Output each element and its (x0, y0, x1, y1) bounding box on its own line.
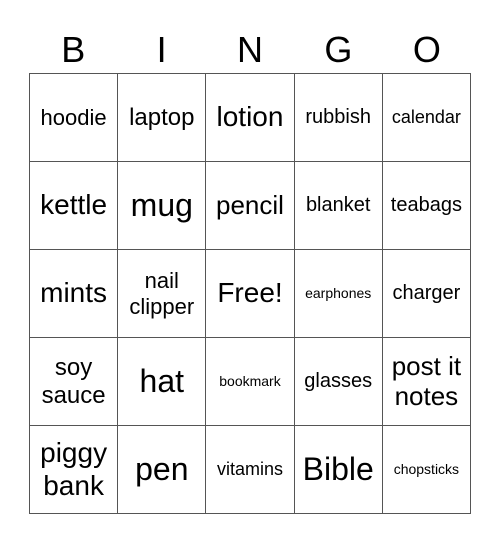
bingo-cell[interactable]: pen (118, 426, 207, 514)
header-letter-i: I (156, 29, 167, 70)
bingo-cell[interactable]: bookmark (206, 338, 295, 426)
bingo-grid: hoodie laptop lotion rubbish calendar ke… (29, 73, 471, 514)
header-letter-n: N (237, 29, 264, 70)
bingo-cell[interactable]: glasses (294, 338, 383, 426)
bingo-cell[interactable]: lotion (206, 74, 295, 162)
bingo-cell[interactable]: nail clipper (118, 250, 207, 338)
bingo-cell[interactable]: pencil (206, 162, 295, 250)
bingo-header: B I N G O (29, 28, 471, 72)
bingo-cell[interactable]: kettle (30, 162, 119, 250)
bingo-cell[interactable]: Bible (294, 426, 383, 514)
bingo-cell[interactable]: blanket (294, 162, 383, 250)
bingo-cell[interactable]: earphones (294, 250, 383, 338)
header-letter-g: G (324, 29, 353, 70)
bingo-cell[interactable]: chopsticks (382, 426, 471, 514)
bingo-cell[interactable]: soy sauce (30, 338, 119, 426)
header-letter-o: O (412, 29, 441, 70)
free-space-cell[interactable]: Free! (206, 250, 295, 338)
bingo-cell[interactable]: teabags (382, 162, 471, 250)
bingo-cell[interactable]: rubbish (294, 74, 383, 162)
header-letter-b: B (61, 29, 86, 70)
bingo-cell[interactable]: laptop (118, 74, 207, 162)
bingo-cell[interactable]: hoodie (30, 74, 119, 162)
bingo-cell[interactable]: vitamins (206, 426, 295, 514)
bingo-cell[interactable]: charger (382, 250, 471, 338)
bingo-cell[interactable]: post it notes (382, 338, 471, 426)
bingo-cell[interactable]: hat (118, 338, 207, 426)
bingo-cell[interactable]: mints (30, 250, 119, 338)
bingo-cell[interactable]: mug (118, 162, 207, 250)
bingo-cell[interactable]: calendar (382, 74, 471, 162)
bingo-cell[interactable]: piggy bank (30, 426, 119, 514)
